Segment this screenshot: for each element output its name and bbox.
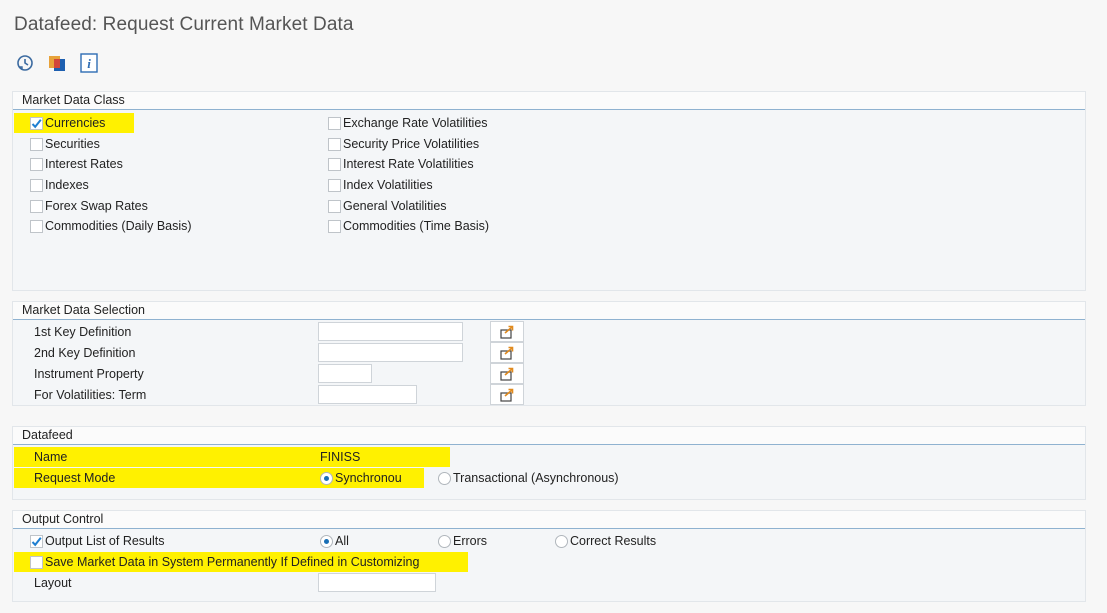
selection-input[interactable]: [318, 322, 463, 341]
group-header: Market Data Selection: [13, 302, 1085, 320]
checkbox[interactable]: [30, 178, 43, 192]
checkbox-label: Indexes: [45, 178, 89, 192]
radio-label: Transactional (Asynchronous): [453, 471, 619, 485]
output-list-label: Output List of Results: [45, 534, 165, 548]
radio-correct-results[interactable]: Correct Results: [555, 531, 656, 551]
checkbox-label: Exchange Rate Volatilities: [343, 116, 488, 130]
checkbox-label: Commodities (Time Basis): [343, 219, 490, 233]
multiple-selection-icon: [500, 346, 514, 360]
layout-label-row: Layout: [34, 573, 72, 593]
radio-button[interactable]: [438, 534, 451, 548]
radio-button[interactable]: [320, 471, 333, 485]
radio-button[interactable]: [320, 534, 333, 548]
checkbox-label: Securities: [45, 137, 100, 151]
checkbox-item-left-0[interactable]: Currencies: [30, 113, 105, 133]
radio-button[interactable]: [555, 534, 568, 548]
svg-text:i: i: [87, 56, 91, 71]
checkbox[interactable]: [30, 555, 43, 569]
checkbox-item-left-4[interactable]: Forex Swap Rates: [30, 196, 148, 216]
multiple-selection-icon: [500, 388, 514, 402]
market-data-class-group: Market Data Class: [12, 91, 1086, 291]
radio-transactional[interactable]: Transactional (Asynchronous): [438, 468, 619, 488]
checkbox[interactable]: [328, 137, 341, 151]
multiple-selection-icon: [500, 367, 514, 381]
output-list-checkbox-row[interactable]: Output List of Results: [30, 531, 165, 551]
checkbox-item-right-3[interactable]: Index Volatilities: [328, 175, 433, 195]
radio-synchronous[interactable]: Synchronou: [320, 468, 402, 488]
multiple-selection-button[interactable]: [490, 363, 524, 384]
checkbox[interactable]: [30, 137, 43, 151]
group-header: Datafeed: [13, 427, 1085, 445]
multiple-selection-icon: [500, 325, 514, 339]
market-data-selection-group: Market Data Selection: [12, 301, 1086, 406]
group-header: Output Control: [13, 511, 1085, 529]
checkbox[interactable]: [328, 116, 341, 130]
selection-label: 2nd Key Definition: [34, 346, 136, 360]
radio-errors[interactable]: Errors: [438, 531, 487, 551]
checkbox-label: Currencies: [45, 116, 106, 130]
execute-clock-icon[interactable]: [14, 52, 36, 74]
name-value: FINISS: [320, 450, 361, 464]
layout-input[interactable]: [318, 573, 436, 592]
checkbox[interactable]: [30, 116, 43, 130]
request-mode-label-row: Request Mode: [34, 468, 115, 488]
request-mode-label: Request Mode: [34, 471, 116, 485]
checkbox-item-right-5[interactable]: Commodities (Time Basis): [328, 216, 489, 236]
radio-button[interactable]: [438, 471, 451, 485]
checkbox-item-left-3[interactable]: Indexes: [30, 175, 89, 195]
checkbox-item-right-0[interactable]: Exchange Rate Volatilities: [328, 113, 488, 133]
checkbox-label: Security Price Volatilities: [343, 137, 480, 151]
checkbox-item-left-1[interactable]: Securities: [30, 134, 100, 154]
checkbox-label: Index Volatilities: [343, 178, 433, 192]
radio-all[interactable]: All: [320, 531, 349, 551]
highlight-marker: [14, 447, 450, 467]
multiple-selection-button[interactable]: [490, 342, 524, 363]
checkbox-label: General Volatilities: [343, 199, 447, 213]
name-label-row: Name: [34, 447, 67, 467]
checkbox-label: Commodities (Daily Basis): [45, 219, 192, 233]
checkbox-item-right-2[interactable]: Interest Rate Volatilities: [328, 154, 474, 174]
save-permanently-checkbox-row[interactable]: Save Market Data in System Permanently I…: [30, 552, 419, 572]
radio-label: Correct Results: [570, 534, 657, 548]
get-variant-icon[interactable]: [46, 52, 68, 74]
checkbox[interactable]: [328, 199, 341, 213]
checkbox[interactable]: [328, 219, 341, 233]
selection-label: 1st Key Definition: [34, 325, 132, 339]
checkbox-item-left-2[interactable]: Interest Rates: [30, 154, 123, 174]
radio-label: Errors: [453, 534, 488, 548]
multiple-selection-button[interactable]: [490, 321, 524, 342]
radio-label: All: [335, 534, 349, 548]
checkbox-label: Interest Rates: [45, 157, 123, 171]
checkbox-label: Interest Rate Volatilities: [343, 157, 474, 171]
name-field[interactable]: FINISS: [320, 447, 360, 467]
checkbox[interactable]: [30, 199, 43, 213]
toolbar: i: [14, 51, 100, 75]
selection-label-row: 2nd Key Definition: [34, 343, 135, 363]
checkbox-item-right-1[interactable]: Security Price Volatilities: [328, 134, 479, 154]
checkbox[interactable]: [328, 178, 341, 192]
selection-input[interactable]: [318, 385, 417, 404]
info-icon[interactable]: i: [78, 52, 100, 74]
checkbox[interactable]: [30, 157, 43, 171]
selection-label: Instrument Property: [34, 367, 144, 381]
page-title: Datafeed: Request Current Market Data: [14, 14, 354, 35]
layout-label: Layout: [34, 576, 72, 590]
radio-label: Synchronou: [335, 471, 402, 485]
selection-input[interactable]: [318, 343, 463, 362]
checkbox[interactable]: [30, 534, 43, 548]
multiple-selection-button[interactable]: [490, 384, 524, 405]
save-permanently-label: Save Market Data in System Permanently I…: [45, 555, 420, 569]
checkbox[interactable]: [328, 157, 341, 171]
selection-input[interactable]: [318, 364, 372, 383]
checkbox-item-right-4[interactable]: General Volatilities: [328, 196, 447, 216]
group-header: Market Data Class: [13, 92, 1085, 110]
checkbox[interactable]: [30, 219, 43, 233]
selection-label: For Volatilities: Term: [34, 388, 147, 402]
name-label: Name: [34, 450, 68, 464]
checkbox-label: Forex Swap Rates: [45, 199, 148, 213]
selection-label-row: Instrument Property: [34, 364, 144, 384]
checkbox-item-left-5[interactable]: Commodities (Daily Basis): [30, 216, 192, 236]
selection-label-row: For Volatilities: Term: [34, 385, 146, 405]
selection-label-row: 1st Key Definition: [34, 322, 131, 342]
